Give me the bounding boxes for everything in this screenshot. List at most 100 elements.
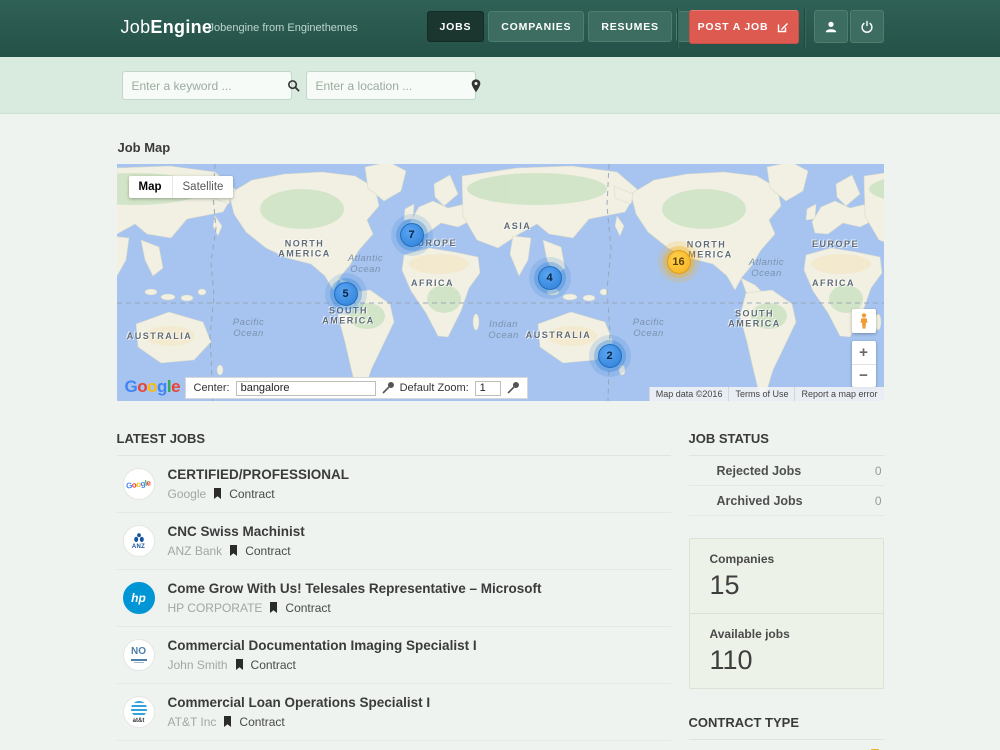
job-company[interactable]: ANZ Bank: [168, 544, 223, 558]
default-zoom-input[interactable]: [475, 381, 501, 396]
header-divider: [804, 8, 806, 48]
company-logo-placeholder: NO: [123, 639, 155, 671]
user-icon: [824, 20, 838, 34]
map-type-map-button[interactable]: Map: [129, 176, 172, 198]
stat-value: 110: [710, 645, 863, 676]
location-pin-icon[interactable]: [471, 79, 481, 93]
power-icon: [860, 20, 874, 34]
world-map-graphic: [117, 164, 884, 401]
stat-label: Available jobs: [710, 627, 863, 641]
google-logo[interactable]: Google: [125, 377, 181, 397]
map-data-credit: Map data ©2016: [649, 387, 729, 401]
search-bar-strip: [0, 57, 1000, 114]
logout-button[interactable]: [850, 10, 884, 43]
job-title[interactable]: CERTIFIED/PROFESSIONAL: [168, 467, 671, 483]
sidebar: JOB STATUS Rejected Jobs 0 Archived Jobs…: [689, 431, 884, 750]
job-company[interactable]: HP CORPORATE: [168, 601, 263, 615]
company-logo-anz: ANZ: [123, 525, 155, 557]
latest-jobs-section: LATEST JOBS Google CERTIFIED/PROFESSIONA…: [117, 431, 671, 750]
stat-label: Companies: [710, 552, 863, 566]
default-zoom-label: Default Zoom:: [400, 382, 469, 394]
map-credits: Map data ©2016 Terms of Use Report a map…: [649, 387, 884, 401]
map-type-satellite-button[interactable]: Satellite: [172, 176, 234, 198]
job-list-item[interactable]: hp Come Grow With Us! Telesales Represen…: [117, 570, 671, 627]
map-cluster-marker-pacific[interactable]: 2: [598, 344, 622, 368]
map-cluster-marker-south-america[interactable]: 5: [334, 282, 358, 306]
wrench-icon[interactable]: [507, 382, 519, 394]
bookmark-icon: [269, 602, 278, 614]
att-globe-icon: [131, 701, 147, 717]
sidebar-item-contract[interactable]: Contract: [689, 740, 884, 750]
sidebar-item-rejected-jobs[interactable]: Rejected Jobs 0: [689, 456, 884, 486]
status-count: 0: [875, 494, 884, 508]
stats-box: Companies 15 Available jobs 110: [689, 538, 884, 689]
job-list-item[interactable]: NO Commercial Documentation Imaging Spec…: [117, 627, 671, 684]
search-icon[interactable]: [287, 79, 300, 92]
edit-icon: [777, 21, 789, 33]
job-contract-type[interactable]: Contract: [285, 601, 330, 615]
status-label: Archived Jobs: [717, 494, 875, 508]
location-input[interactable]: [316, 79, 471, 93]
map-center-control-bar: Center: Default Zoom:: [185, 377, 528, 399]
post-a-job-label: POST A JOB: [698, 21, 769, 33]
post-a-job-button[interactable]: POST A JOB: [689, 10, 799, 44]
job-title[interactable]: Commercial Loan Operations Specialist I: [168, 695, 671, 711]
job-company[interactable]: Google: [168, 487, 207, 501]
keyword-field-wrap: [122, 71, 292, 100]
keyword-input[interactable]: [132, 79, 287, 93]
job-contract-type[interactable]: Contract: [245, 544, 290, 558]
map-cluster-marker-north-america[interactable]: 16: [667, 250, 691, 274]
bookmark-icon: [213, 488, 222, 500]
logo-text-bold: Engine: [150, 17, 212, 37]
nav-tab-resumes[interactable]: RESUMES: [588, 11, 672, 42]
map-center-input[interactable]: [236, 381, 376, 396]
report-map-error-link[interactable]: Report a map error: [794, 387, 883, 401]
job-list-item[interactable]: ANZ CNC Swiss Machinist ANZ Bank Contrac…: [117, 513, 671, 570]
status-label: Rejected Jobs: [717, 464, 875, 478]
zoom-out-button[interactable]: −: [852, 365, 876, 388]
nav-tab-jobs[interactable]: JOBS: [427, 11, 485, 42]
job-map[interactable]: ASIA EUROPE EUROPE AFRICA AFRICA NORTH A…: [117, 164, 884, 401]
account-button[interactable]: [814, 10, 848, 43]
bookmark-icon: [235, 659, 244, 671]
wrench-icon[interactable]: [382, 382, 394, 394]
job-list-item[interactable]: Google CERTIFIED/PROFESSIONAL Google Con…: [117, 456, 671, 513]
nav-tab-companies[interactable]: COMPANIES: [488, 11, 584, 42]
stat-available-jobs: Available jobs 110: [690, 613, 883, 688]
pegman-icon: [859, 313, 869, 329]
sidebar-item-archived-jobs[interactable]: Archived Jobs 0: [689, 486, 884, 516]
job-title[interactable]: Come Grow With Us! Telesales Representat…: [168, 581, 671, 597]
location-field-wrap: [306, 71, 476, 100]
bookmark-icon: [223, 716, 232, 728]
site-tagline: Jobengine from Enginethemes: [209, 22, 358, 34]
top-header: JobEngine Jobengine from Enginethemes JO…: [0, 0, 1000, 57]
job-company[interactable]: AT&T Inc: [168, 715, 217, 729]
logo-text-light: Job: [121, 17, 151, 37]
terms-of-use-link[interactable]: Terms of Use: [728, 387, 794, 401]
job-contract-type[interactable]: Contract: [251, 658, 296, 672]
company-logo-hp: hp: [123, 582, 155, 614]
map-zoom-control: + −: [852, 341, 876, 387]
street-view-pegman-button[interactable]: [852, 309, 876, 333]
job-company[interactable]: John Smith: [168, 658, 228, 672]
contract-type-heading: CONTRACT TYPE: [689, 715, 884, 740]
zoom-in-button[interactable]: +: [852, 341, 876, 365]
job-status-heading: JOB STATUS: [689, 431, 884, 456]
latest-jobs-heading: LATEST JOBS: [117, 431, 671, 456]
job-contract-type[interactable]: Contract: [229, 487, 274, 501]
job-title[interactable]: Commercial Documentation Imaging Special…: [168, 638, 671, 654]
map-cluster-marker-europe[interactable]: 7: [400, 223, 424, 247]
company-logo-att: at&t: [123, 696, 155, 728]
site-logo[interactable]: JobEngine: [121, 17, 213, 38]
job-title[interactable]: CNC Swiss Machinist: [168, 524, 671, 540]
bookmark-icon: [229, 545, 238, 557]
status-count: 0: [875, 464, 884, 478]
header-divider: [677, 8, 679, 48]
job-map-heading: Job Map: [117, 114, 884, 164]
stat-companies: Companies 15: [690, 539, 883, 613]
map-type-control: Map Satellite: [129, 176, 234, 198]
job-contract-type[interactable]: Contract: [239, 715, 284, 729]
map-cluster-marker-asia[interactable]: 4: [538, 266, 562, 290]
stat-value: 15: [710, 570, 863, 601]
job-list-item[interactable]: at&t Commercial Loan Operations Speciali…: [117, 684, 671, 741]
